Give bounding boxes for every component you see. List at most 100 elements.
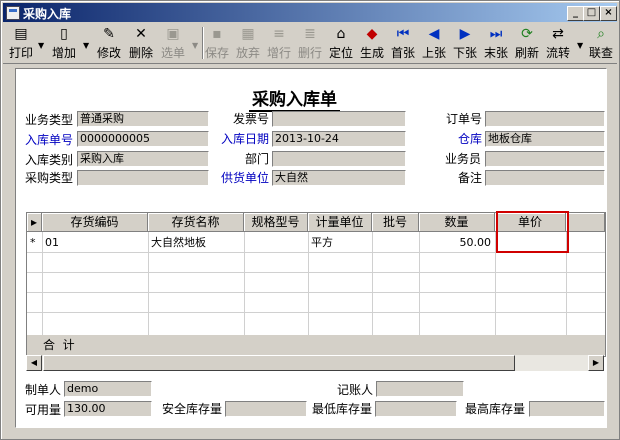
available-qty-field: 130.00 <box>64 401 152 417</box>
query-icon: ⌕ <box>597 26 605 42</box>
refresh-button[interactable]: ⟳ 刷新 <box>513 25 541 61</box>
min-stock-field <box>375 401 457 417</box>
purchase-type-field[interactable] <box>77 170 209 186</box>
creator-field: demo <box>64 381 152 397</box>
department-field[interactable] <box>272 151 406 167</box>
col-header-name[interactable]: 存货名称 <box>148 213 244 232</box>
grid-vline <box>372 232 373 336</box>
grid-vline <box>308 232 309 336</box>
delete-button[interactable]: ✕ 删除 <box>127 25 155 61</box>
total-label: 合 计 <box>43 338 75 352</box>
bookkeeper-label: 记账人 <box>337 383 374 397</box>
cell-name[interactable]: 大自然地板 <box>151 233 206 252</box>
safety-stock-label: 安全库存量 <box>162 402 223 416</box>
first-icon: ⏮ <box>396 26 410 42</box>
last-icon: ⏭ <box>489 26 503 42</box>
purchase-type-label: 采购类型 <box>25 171 74 185</box>
grid-vline <box>42 232 43 336</box>
print-dropdown-arrow[interactable]: ▼ <box>38 41 44 50</box>
salesperson-field[interactable] <box>485 151 605 167</box>
biz-type-label: 业务类型 <box>25 113 74 127</box>
cell-qty[interactable]: 50.00 <box>419 233 492 252</box>
horizontal-scrollbar[interactable]: ◀ ▶ <box>26 355 604 371</box>
safety-stock-field <box>225 401 307 417</box>
add-row-button[interactable]: ≡ 增行 <box>265 25 293 61</box>
select-list-icon: ▣ <box>166 26 180 42</box>
query-button[interactable]: ⌕ 联查 <box>587 25 615 61</box>
warehouse-label: 仓库 <box>458 132 483 146</box>
close-button[interactable]: × <box>600 6 617 21</box>
price-column-highlight <box>496 211 569 253</box>
grid-hline <box>27 272 605 273</box>
print-button[interactable]: ▤ 打印 <box>7 25 35 61</box>
warehouse-field[interactable]: 地板仓库 <box>485 131 605 147</box>
discard-button[interactable]: ▦ 放弃 <box>234 25 262 61</box>
purchase-inbound-window: 采购入库 _ □ × ▤ 打印 ▼ ▯ 增加 ▼ ✎ 修改 ✕ 删除 ▣ 选单 ▼ ▪ 保存… <box>0 0 620 440</box>
next-record-button[interactable]: ▶ 下张 <box>451 25 479 61</box>
add-button[interactable]: ▯ 增加 <box>50 25 78 61</box>
grid-hline <box>27 292 605 293</box>
add-row-icon: ≡ <box>273 26 285 42</box>
inbound-category-label: 入库类别 <box>25 153 74 167</box>
supplier-field[interactable]: 大自然 <box>272 170 406 186</box>
creator-label: 制单人 <box>25 383 62 397</box>
total-row: 合 计 <box>27 335 605 355</box>
select-list-button[interactable]: ▣ 选单 <box>159 25 187 61</box>
bookkeeper-field <box>376 381 464 397</box>
order-no-label: 订单号 <box>446 112 483 126</box>
grid-vline <box>244 232 245 336</box>
flow-button[interactable]: ⇄ 流转 <box>544 25 572 61</box>
inbound-no-label: 入库单号 <box>25 133 74 147</box>
edit-icon: ✎ <box>103 26 115 42</box>
delete-row-button[interactable]: ≣ 删行 <box>296 25 324 61</box>
salesperson-label: 业务员 <box>445 152 482 166</box>
col-header-qty[interactable]: 数量 <box>419 213 495 232</box>
col-header-spec[interactable]: 规格型号 <box>244 213 308 232</box>
order-no-field[interactable] <box>485 111 605 127</box>
inbound-no-field[interactable]: 0000000005 <box>77 131 209 147</box>
discard-icon: ▦ <box>241 26 255 42</box>
scroll-right-arrow-icon[interactable]: ▶ <box>588 355 604 371</box>
cell-unit[interactable]: 平方 <box>311 233 333 252</box>
toolbar: ▤ 打印 ▼ ▯ 增加 ▼ ✎ 修改 ✕ 删除 ▣ 选单 ▼ ▪ 保存 ▦ 放弃 ≡ 增行 ≣ 删… <box>3 23 617 64</box>
row-marker-header: ▸ <box>27 213 42 232</box>
maximize-button[interactable]: □ <box>583 6 600 21</box>
last-record-button[interactable]: ⏭ 末张 <box>482 25 510 61</box>
app-icon <box>6 6 20 20</box>
first-record-button[interactable]: ⏮ 首张 <box>389 25 417 61</box>
flow-icon: ⇄ <box>552 26 564 42</box>
inbound-date-label: 入库日期 <box>221 132 270 146</box>
refresh-icon: ⟳ <box>521 26 533 42</box>
row-marker: * <box>30 236 36 249</box>
delete-icon: ✕ <box>135 26 147 42</box>
remark-label: 备注 <box>458 171 483 185</box>
inbound-category-field[interactable]: 采购入库 <box>77 151 209 167</box>
previous-record-button[interactable]: ◀ 上张 <box>420 25 448 61</box>
select-list-dropdown-arrow[interactable]: ▼ <box>192 41 198 50</box>
save-button[interactable]: ▪ 保存 <box>203 25 231 61</box>
col-header-unit[interactable]: 计量单位 <box>308 213 372 232</box>
scroll-left-arrow-icon[interactable]: ◀ <box>26 355 42 371</box>
available-qty-label: 可用量 <box>25 403 62 417</box>
remark-field[interactable] <box>485 170 605 186</box>
flow-dropdown-arrow[interactable]: ▼ <box>577 41 583 50</box>
col-header-batch[interactable]: 批号 <box>372 213 419 232</box>
locate-button[interactable]: ⌂ 定位 <box>327 25 355 61</box>
max-stock-label: 最高库存量 <box>465 402 526 416</box>
delete-row-icon: ≣ <box>304 26 316 42</box>
biz-type-field[interactable]: 普通采购 <box>77 111 209 127</box>
invoice-no-label: 发票号 <box>233 112 270 126</box>
title-bar[interactable]: 采购入库 _ □ × <box>3 3 617 22</box>
generate-button[interactable]: ◆ 生成 <box>358 25 386 61</box>
col-header-code[interactable]: 存货编码 <box>42 213 148 232</box>
invoice-no-field[interactable] <box>272 111 406 127</box>
minimize-button[interactable]: _ <box>567 6 584 21</box>
save-icon: ▪ <box>212 26 222 42</box>
edit-button[interactable]: ✎ 修改 <box>95 25 123 61</box>
inbound-date-field[interactable]: 2013-10-24 <box>272 131 406 147</box>
window-title: 采购入库 <box>23 7 72 21</box>
scroll-thumb[interactable] <box>43 355 515 371</box>
cell-code[interactable]: 01 <box>45 233 59 252</box>
col-header-extra[interactable] <box>566 213 605 232</box>
add-dropdown-arrow[interactable]: ▼ <box>83 41 89 50</box>
